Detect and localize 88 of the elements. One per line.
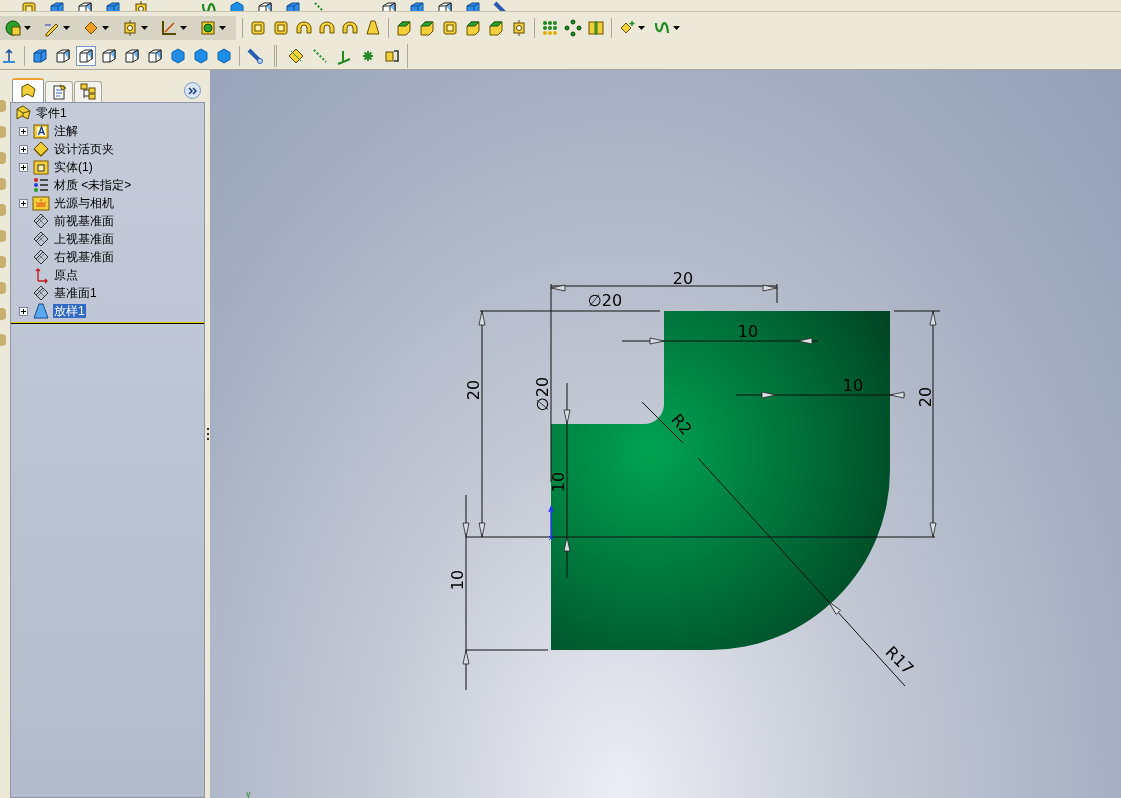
wireframe-cube-icon[interactable] — [100, 46, 118, 65]
part-icon — [19, 82, 37, 100]
loft-icon — [32, 302, 50, 320]
axis-label: y — [246, 790, 251, 798]
hexagon-icon[interactable] — [169, 46, 187, 65]
caret-icon[interactable] — [141, 25, 148, 30]
panel-tab[interactable] — [74, 81, 102, 102]
dimension-label[interactable]: 10 — [448, 569, 467, 591]
tree-item[interactable]: 原点 — [53, 268, 79, 282]
tree-item[interactable]: 上视基准面 — [53, 232, 115, 246]
diamond-icon — [32, 140, 50, 158]
hexagon-icon[interactable] — [215, 46, 233, 65]
wireframe-cube-icon[interactable] — [146, 46, 164, 65]
probe-icon[interactable] — [246, 46, 264, 65]
tree-item[interactable]: 设计活页夹 — [53, 142, 115, 156]
hexagon-icon[interactable] — [192, 46, 210, 65]
plane-icon — [32, 212, 50, 230]
arch-icon[interactable] — [341, 18, 359, 37]
wireframe-cube-icon[interactable] — [123, 46, 141, 65]
dimension-label[interactable]: 20 — [672, 269, 694, 288]
gear-block-icon[interactable] — [121, 18, 139, 37]
origin-icon — [548, 505, 554, 541]
tree-item[interactable]: 光源与相机 — [53, 196, 115, 210]
expand-toggle[interactable] — [19, 306, 28, 316]
expand-toggle[interactable] — [19, 126, 28, 136]
circle-block-icon[interactable] — [199, 18, 217, 37]
plane-icon — [32, 248, 50, 266]
expand-toggle[interactable] — [19, 144, 28, 154]
wireframe-cube-icon[interactable] — [77, 46, 95, 65]
caret-icon[interactable] — [219, 25, 226, 30]
lamp-folder-icon — [32, 194, 50, 212]
caret-icon[interactable] — [24, 25, 31, 30]
property-sheet-icon — [50, 83, 68, 101]
dimension-label[interactable]: ∅20 — [587, 291, 623, 310]
plane-icon — [32, 230, 50, 248]
beveled-block-icon[interactable] — [487, 18, 505, 37]
dimension-label[interactable]: 10 — [549, 471, 568, 493]
tree-item[interactable]: 基准面1 — [53, 286, 98, 300]
tree-item[interactable]: 材质 <未指定> — [53, 178, 133, 192]
double-chevron-icon — [188, 86, 197, 95]
caret-icon[interactable] — [63, 25, 70, 30]
panel-tab[interactable] — [45, 81, 73, 102]
dimension-label[interactable]: ∅20 — [533, 376, 552, 412]
beveled-block-icon[interactable] — [464, 18, 482, 37]
folder-icon — [32, 158, 50, 176]
cube-icon[interactable] — [31, 46, 49, 65]
expand-toggle[interactable] — [19, 162, 28, 172]
wireframe-cube-icon[interactable] — [54, 46, 72, 65]
arch-icon[interactable] — [295, 18, 313, 37]
dimension-label[interactable]: 20 — [464, 379, 483, 401]
arrow-up-icon[interactable] — [0, 46, 18, 65]
expand-panel-button[interactable] — [184, 82, 201, 99]
caret-icon[interactable] — [673, 25, 680, 30]
dot-grid-icon[interactable] — [541, 18, 559, 37]
arch-icon[interactable] — [318, 18, 336, 37]
gear-block-icon[interactable] — [510, 18, 528, 37]
tree-structure-icon — [79, 83, 97, 101]
tree-item[interactable]: 右视基准面 — [53, 250, 115, 264]
square-block-icon[interactable] — [441, 18, 459, 37]
tree-item[interactable]: 前视基准面 — [53, 214, 115, 228]
beveled-block-icon[interactable] — [418, 18, 436, 37]
plane-icon — [32, 284, 50, 302]
tilted-plane-icon[interactable] — [287, 46, 305, 65]
grip-icon[interactable] — [205, 427, 210, 441]
sphere-icon[interactable] — [4, 18, 22, 37]
expand-toggle[interactable] — [19, 198, 28, 208]
square-block-icon[interactable] — [249, 18, 267, 37]
beveled-block-icon[interactable] — [395, 18, 413, 37]
dimension-label[interactable]: R17 — [881, 642, 918, 679]
cone-icon[interactable] — [364, 18, 382, 37]
part-icon — [14, 104, 32, 122]
caret-icon[interactable] — [102, 25, 109, 30]
axes-icon[interactable] — [160, 18, 178, 37]
tree-item[interactable]: 零件1 — [35, 106, 68, 120]
tree-item[interactable]: 注解 — [53, 124, 79, 138]
dimension-label[interactable]: R2 — [667, 410, 696, 439]
dimension-label[interactable]: 20 — [916, 386, 935, 408]
caret-icon[interactable] — [180, 25, 187, 30]
caret-icon[interactable] — [638, 25, 645, 30]
square-block-icon[interactable] — [272, 18, 290, 37]
circular-pattern-icon[interactable] — [564, 18, 582, 37]
dashed-line-icon[interactable] — [311, 46, 329, 65]
tree-item[interactable]: 实体(1) — [53, 160, 94, 174]
panel-tab[interactable] — [12, 78, 44, 102]
tree-item[interactable]: 放样1 — [53, 304, 86, 318]
mirror-icon[interactable] — [587, 18, 605, 37]
material-list-icon — [32, 176, 50, 194]
letter-a-folder-icon — [32, 122, 50, 140]
